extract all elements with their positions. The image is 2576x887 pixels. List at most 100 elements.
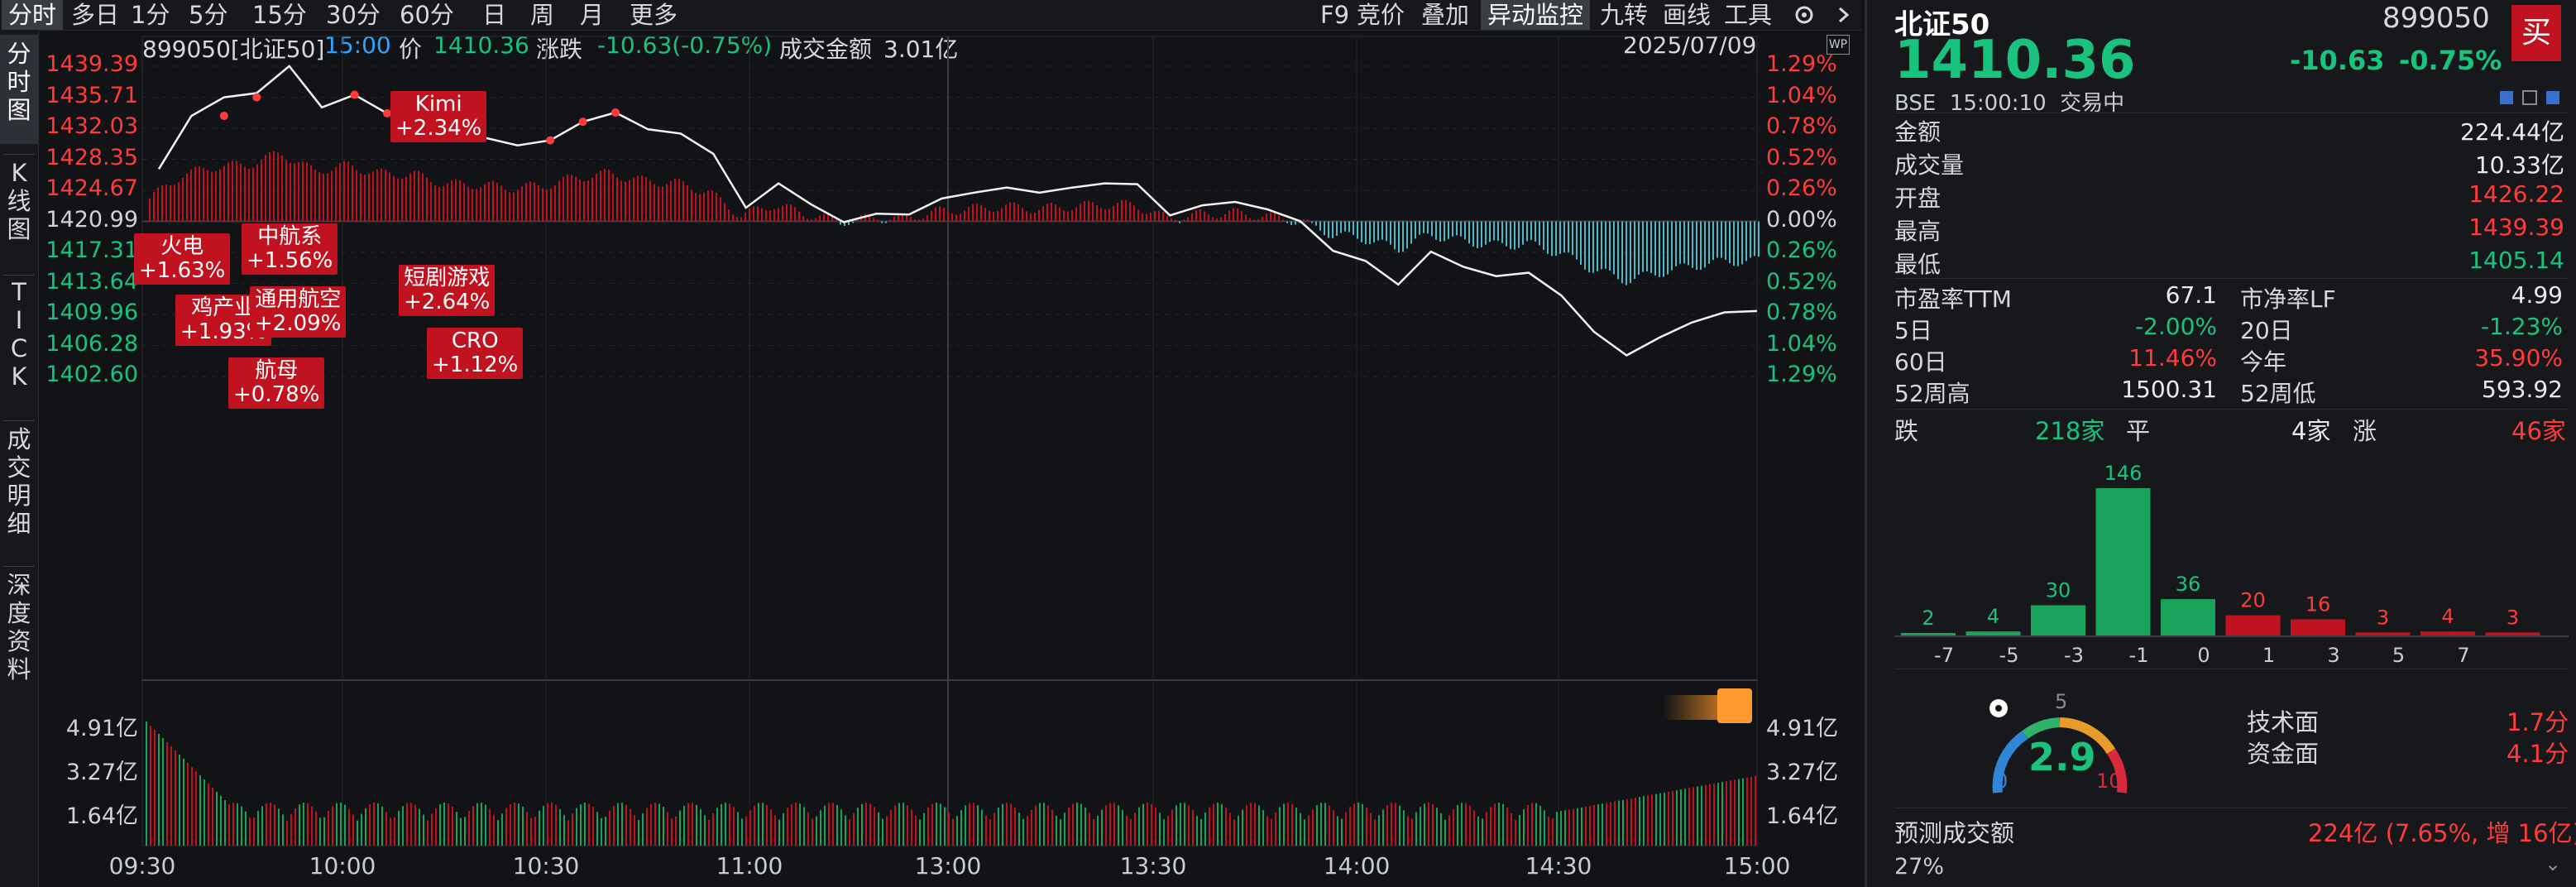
- percent-axis-label: 1.29%: [1766, 362, 1837, 387]
- momentum-bar: [290, 162, 291, 222]
- chart-grid: [141, 36, 1758, 846]
- volume-bar: [472, 806, 474, 846]
- momentum-bar: [157, 187, 159, 222]
- momentum-bar: [248, 169, 250, 222]
- momentum-bar: [1497, 221, 1499, 242]
- annotation-tag[interactable]: 航母 +0.78%: [228, 357, 325, 409]
- change-distribution-chart: 2 4301463620 163 4 3-7 -5 -3 -1 0 1 3 5 7: [1894, 462, 2569, 667]
- breadth-flat-label: 平: [2126, 417, 2151, 445]
- momentum-bar: [989, 210, 990, 222]
- momentum-bar: [211, 171, 213, 222]
- volume-bar: [1610, 802, 1611, 846]
- momentum-bar: [993, 212, 994, 222]
- volume-bar: [1420, 807, 1421, 846]
- volume-bar: [237, 803, 238, 846]
- event-marker: [350, 90, 359, 99]
- volume-bar: [1345, 812, 1347, 846]
- annotation-tag[interactable]: CRO +1.12%: [427, 328, 524, 379]
- momentum-bar: [980, 204, 982, 222]
- momentum-bar: [1042, 206, 1044, 222]
- momentum-bar: [472, 189, 473, 222]
- momentum-bar: [525, 183, 527, 222]
- momentum-bar: [401, 178, 403, 222]
- volume-bar: [1432, 803, 1434, 846]
- annotation-tag[interactable]: 短剧游戏 +2.64%: [399, 265, 496, 316]
- momentum-bar: [625, 181, 626, 222]
- momentum-bar: [1328, 221, 1329, 238]
- volume-bar: [522, 806, 524, 846]
- volume-bar: [1192, 809, 1194, 846]
- volume-bar: [787, 808, 788, 846]
- volume-bar: [158, 734, 160, 846]
- volume-bar: [203, 779, 205, 846]
- volume-bar: [1643, 796, 1645, 846]
- volume-bar: [1457, 804, 1458, 846]
- volume-bar: [315, 811, 317, 846]
- volume-bar: [969, 803, 970, 846]
- volume-bar: [1246, 805, 1247, 846]
- volume-bar: [646, 808, 648, 846]
- momentum-bar: [281, 155, 283, 222]
- time-axis-label: 10:00: [309, 852, 376, 880]
- volume-bar: [468, 810, 470, 846]
- momentum-bar: [252, 167, 254, 222]
- momentum-bar: [294, 163, 295, 222]
- volume-bar: [907, 805, 908, 846]
- buy-button[interactable]: 买: [2511, 5, 2561, 61]
- volume-bar: [944, 807, 946, 846]
- momentum-bar: [1472, 221, 1474, 247]
- distribution-count: 2: [1922, 607, 1934, 630]
- momentum-bar: [178, 182, 180, 222]
- distribution-count: 30: [2046, 578, 2071, 602]
- momentum-bar: [550, 188, 552, 222]
- momentum-bar: [1725, 221, 1726, 261]
- momentum-bar: [1737, 221, 1739, 266]
- volume-bar: [1461, 803, 1463, 846]
- volume-bar: [1544, 810, 1545, 846]
- panel-divider[interactable]: [1865, 0, 1867, 887]
- gauge-min-label: 0: [1995, 770, 2009, 793]
- momentum-bar: [1444, 221, 1445, 242]
- expand-icon[interactable]: ⌄: [2545, 852, 2561, 875]
- momentum-bar: [1051, 203, 1052, 222]
- volume-bar: [1130, 818, 1132, 846]
- gauge-max-label: 10: [2096, 770, 2122, 793]
- volume-bar: [489, 808, 491, 846]
- volume-bar: [348, 808, 350, 846]
- volume-bar: [1448, 815, 1450, 846]
- annotation-tag[interactable]: Kimi +2.34%: [390, 91, 487, 142]
- momentum-bar: [1166, 215, 1168, 222]
- volume-bar: [716, 808, 718, 846]
- volume-bar: [683, 805, 685, 846]
- momentum-bar: [906, 214, 907, 222]
- momentum-bar: [1493, 221, 1495, 241]
- volume-bar: [1113, 803, 1115, 846]
- volume-bar: [1465, 803, 1467, 846]
- volume-bar: [642, 813, 644, 846]
- volume-bar: [266, 803, 267, 846]
- volume-bar: [1680, 789, 1682, 846]
- annotation-tag[interactable]: 火电 +1.63%: [134, 233, 231, 285]
- volume-bar: [307, 803, 309, 846]
- index-code: 899050: [2382, 2, 2490, 35]
- momentum-bar: [1026, 211, 1027, 222]
- event-marker: [252, 93, 261, 102]
- momentum-bar: [819, 215, 821, 222]
- momentum-bar: [753, 206, 754, 222]
- panel-icons[interactable]: [2498, 89, 2564, 106]
- volume-bar: [1693, 787, 1694, 846]
- volume-bar: [795, 803, 797, 846]
- distribution-axis-label: 0: [2197, 644, 2210, 667]
- gauge-mid-label: 5: [2055, 690, 2068, 713]
- momentum-bar: [335, 166, 337, 222]
- momentum-bar: [620, 180, 622, 222]
- momentum-bar: [409, 173, 411, 222]
- distribution-count: 20: [2240, 589, 2266, 612]
- annotation-tag[interactable]: 通用航空 +2.09%: [250, 286, 347, 338]
- momentum-bar: [1555, 221, 1557, 257]
- annotation-tag[interactable]: 中航系 +1.56%: [242, 223, 338, 275]
- volume-bar: [894, 805, 896, 846]
- volume-bar: [625, 804, 627, 846]
- pair-label: 市净率LF: [2240, 285, 2336, 313]
- momentum-bar: [1501, 221, 1503, 243]
